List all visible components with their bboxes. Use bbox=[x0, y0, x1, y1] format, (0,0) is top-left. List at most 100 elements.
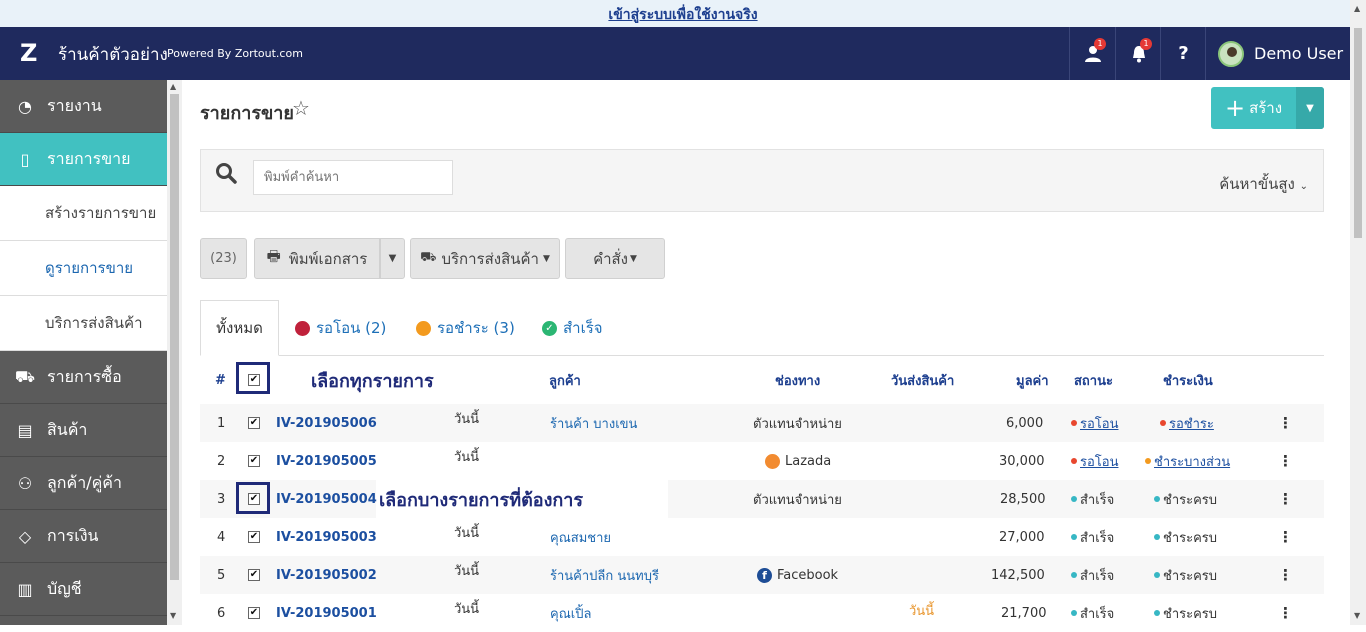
check-circle-icon: ✓ bbox=[542, 320, 557, 336]
sidebar-sub-create-sale[interactable]: สร้างรายการขาย bbox=[0, 186, 167, 241]
order-date: วันนี้ bbox=[454, 525, 480, 541]
col-customer[interactable]: ลูกค้า bbox=[549, 356, 581, 404]
order-id-link[interactable]: IV-201905004 bbox=[276, 480, 377, 518]
sidebar-item-purchases[interactable]: ⛟ รายการซื้อ bbox=[0, 351, 167, 404]
col-payment[interactable]: ชำระเงิน bbox=[1163, 356, 1213, 404]
col-num: # bbox=[215, 372, 226, 388]
row-checkbox[interactable]: ✔ bbox=[248, 404, 260, 442]
col-channel[interactable]: ช่องทาง bbox=[775, 356, 820, 404]
sidebar-item-report[interactable]: ◔ รายงาน bbox=[0, 80, 167, 133]
annotation-select-all: เลือกทุกรายการ bbox=[311, 370, 434, 392]
shop-name: ร้านค้าตัวอย่าง bbox=[58, 45, 168, 65]
order-value: 30,000 bbox=[999, 453, 1045, 469]
sidebar-scroll-thumb[interactable] bbox=[170, 94, 179, 580]
sidebar-item-accounting[interactable]: ▥ บัญชี bbox=[0, 563, 167, 616]
tab-awaiting-payment[interactable]: รอชำระ (3) bbox=[416, 300, 515, 356]
status-text: สำเร็จ bbox=[1080, 492, 1115, 508]
row-menu-icon[interactable]: ⋮ bbox=[1278, 518, 1293, 556]
row-checkbox[interactable]: ✔ bbox=[248, 480, 260, 518]
select-all-checkbox[interactable]: ✔ bbox=[248, 356, 260, 404]
search-icon[interactable] bbox=[215, 162, 237, 184]
create-button[interactable]: + สร้าง ▼ bbox=[1211, 87, 1324, 129]
help-button[interactable]: ? bbox=[1160, 27, 1206, 80]
row-menu-icon[interactable]: ⋮ bbox=[1278, 594, 1293, 632]
sidebar-scrollbar[interactable]: ▲ ▼ bbox=[167, 80, 182, 625]
tab-all[interactable]: ทั้งหมด bbox=[200, 300, 279, 356]
page-scroll-thumb[interactable] bbox=[1354, 28, 1362, 238]
login-link[interactable]: เข้าสู่ระบบเพื่อใช้งานจริง bbox=[608, 4, 757, 26]
sidebar-item-label: รายการขาย bbox=[47, 148, 131, 168]
order-id-link[interactable]: IV-201905005 bbox=[276, 442, 377, 480]
shipping-service-button[interactable]: ⛟ บริการส่งสินค้า ▼ bbox=[410, 238, 560, 279]
table-row[interactable]: 2 ✔ IV-201905005 วันนี้ Lazada 30,000 รอ… bbox=[200, 442, 1324, 480]
row-menu-icon[interactable]: ⋮ bbox=[1278, 556, 1293, 594]
create-dropdown-caret[interactable]: ▼ bbox=[1296, 87, 1324, 129]
sidebar-item-label: ลูกค้า/คู่ค้า bbox=[47, 472, 122, 492]
print-dropdown-caret[interactable]: ▼ bbox=[380, 238, 405, 279]
payment-link[interactable]: ชำระบางส่วน bbox=[1154, 451, 1230, 472]
table-row[interactable]: 1 ✔ IV-201905006 วันนี้ ร้านค้า บางเขน ต… bbox=[200, 404, 1324, 442]
sidebar-item-products[interactable]: ▤ สินค้า bbox=[0, 404, 167, 457]
row-num: 6 bbox=[217, 605, 226, 621]
payment-dot bbox=[1154, 496, 1160, 502]
scroll-up-icon[interactable]: ▲ bbox=[170, 82, 176, 91]
scroll-up-icon[interactable]: ▲ bbox=[1354, 4, 1360, 13]
row-menu-icon[interactable]: ⋮ bbox=[1278, 404, 1293, 442]
user-menu[interactable]: Demo User bbox=[1205, 27, 1343, 80]
table-row[interactable]: 4 ✔ IV-201905003 วันนี้ คุณสมชาย 27,000 … bbox=[200, 518, 1324, 556]
payment-dot bbox=[1160, 420, 1166, 426]
sidebar-sub-view-sales[interactable]: ดูรายการขาย bbox=[0, 241, 167, 296]
sidebar-item-sales[interactable]: ▯ รายการขาย bbox=[0, 133, 167, 186]
customer-link[interactable]: คุณเปิ้ล bbox=[550, 594, 591, 632]
payment-text: ชำระครบ bbox=[1163, 568, 1218, 584]
customer-link[interactable]: ร้านค้า บางเขน bbox=[550, 404, 637, 442]
bell-notification-button[interactable]: 1 bbox=[1115, 27, 1161, 80]
scroll-down-icon[interactable]: ▼ bbox=[170, 611, 176, 620]
avatar bbox=[1218, 40, 1244, 67]
col-ship-date[interactable]: วันส่งสินค้า bbox=[891, 356, 954, 404]
print-documents-button[interactable]: 🖶 พิมพ์เอกสาร bbox=[254, 238, 380, 279]
sidebar-item-finance[interactable]: ◇ การเงิน bbox=[0, 510, 167, 563]
scroll-down-icon[interactable]: ▼ bbox=[1354, 611, 1360, 620]
row-checkbox[interactable]: ✔ bbox=[248, 556, 260, 594]
col-status[interactable]: สถานะ bbox=[1074, 356, 1113, 404]
row-checkbox[interactable]: ✔ bbox=[248, 442, 260, 480]
order-id-link[interactable]: IV-201905006 bbox=[276, 404, 377, 442]
document-icon: ▯ bbox=[20, 149, 30, 169]
customer-link[interactable]: ร้านค้าปลีก นนทบุรี bbox=[550, 556, 659, 594]
login-banner: เข้าสู่ระบบเพื่อใช้งานจริง bbox=[0, 0, 1366, 27]
row-num: 5 bbox=[217, 567, 226, 583]
order-value: 142,500 bbox=[991, 567, 1045, 583]
tab-completed[interactable]: ✓ สำเร็จ bbox=[542, 300, 603, 356]
col-value[interactable]: มูลค่า bbox=[1016, 356, 1049, 404]
order-id-link[interactable]: IV-201905003 bbox=[276, 518, 377, 556]
zortout-logo[interactable]: Z bbox=[20, 39, 37, 67]
tab-awaiting-transfer[interactable]: รอโอน (2) bbox=[295, 300, 386, 356]
favorite-star-icon[interactable]: ☆ bbox=[292, 96, 310, 120]
table-row[interactable]: 3 ✔ IV-201905004 เลือกบางรายการที่ต้องกา… bbox=[200, 480, 1324, 518]
advanced-search-toggle[interactable]: ค้นหาขั้นสูง ⌄ bbox=[1219, 172, 1308, 196]
sidebar-sub-shipping[interactable]: บริการส่งสินค้า bbox=[0, 296, 167, 351]
order-id-link[interactable]: IV-201905002 bbox=[276, 556, 377, 594]
order-id-link[interactable]: IV-201905001 bbox=[276, 594, 377, 632]
sidebar-item-customers[interactable]: ⚇ ลูกค้า/คู่ค้า bbox=[0, 457, 167, 510]
row-menu-icon[interactable]: ⋮ bbox=[1278, 442, 1293, 480]
page-scrollbar[interactable]: ▲ ▼ bbox=[1350, 0, 1366, 625]
row-menu-icon[interactable]: ⋮ bbox=[1278, 480, 1293, 518]
table-row[interactable]: 6 ✔ IV-201905001 วันนี้ คุณเปิ้ล วันนี้ … bbox=[200, 594, 1324, 632]
command-button[interactable]: คำสั่ง ▼ bbox=[565, 238, 665, 279]
user-notification-button[interactable]: 1 bbox=[1069, 27, 1115, 80]
sidebar-item-label: การเงิน bbox=[47, 525, 99, 545]
create-button-label[interactable]: + สร้าง bbox=[1211, 87, 1296, 129]
row-checkbox[interactable]: ✔ bbox=[248, 518, 260, 556]
search-input[interactable] bbox=[253, 160, 453, 195]
customer-link[interactable]: คุณสมชาย bbox=[550, 518, 611, 556]
order-value: 27,000 bbox=[999, 529, 1045, 545]
payment-text: ชำระครบ bbox=[1163, 492, 1218, 508]
status-link[interactable]: รอโอน bbox=[1080, 413, 1118, 434]
table-row[interactable]: 5 ✔ IV-201905002 วันนี้ ร้านค้าปลีก นนทบ… bbox=[200, 556, 1324, 594]
ship-date: วันนี้ bbox=[909, 603, 935, 619]
payment-link[interactable]: รอชำระ bbox=[1169, 413, 1214, 434]
row-checkbox[interactable]: ✔ bbox=[248, 594, 260, 632]
status-link[interactable]: รอโอน bbox=[1080, 451, 1118, 472]
